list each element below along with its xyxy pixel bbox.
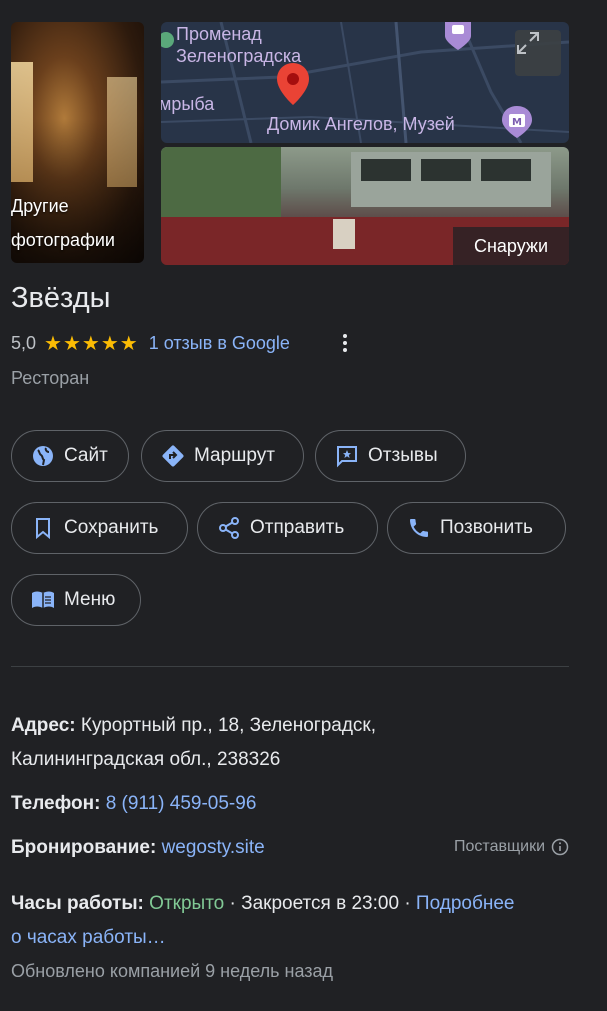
- site-button-label: Сайт: [64, 445, 108, 466]
- share-button-label: Отправить: [250, 517, 345, 538]
- expand-map-button[interactable]: [515, 30, 561, 76]
- providers-label: Поставщики: [454, 838, 545, 855]
- route-button[interactable]: Маршрут: [141, 430, 304, 482]
- hours-label: Часы работы:: [11, 893, 144, 914]
- svg-text:M: M: [512, 117, 522, 128]
- other-photos-label-line2: фотографии: [11, 230, 115, 250]
- photo-gallery: Другие фотографии Променад Зеленоградска…: [11, 22, 569, 265]
- hours-line1: Часы работы: Открыто · Закроется в 23:00…: [11, 887, 514, 921]
- hours-more-link-line2[interactable]: о часах работы…: [11, 927, 166, 948]
- section-divider: [11, 666, 569, 667]
- phone-icon: [406, 515, 432, 541]
- booking-link[interactable]: wegosty.site: [162, 837, 265, 858]
- outside-photo-tile[interactable]: Снаружи: [161, 147, 569, 265]
- map-pin-icon: [277, 63, 309, 105]
- photo-window-decoration: [11, 62, 33, 182]
- call-button-label: Позвонить: [440, 517, 533, 538]
- other-photos-tile[interactable]: Другие фотографии: [11, 22, 144, 263]
- save-button[interactable]: Сохранить: [11, 502, 188, 554]
- share-button[interactable]: Отправить: [197, 502, 378, 554]
- address-value-line2[interactable]: Калининградская обл., 238326: [11, 749, 280, 770]
- share-icon: [216, 515, 242, 541]
- booking-line: Бронирование: wegosty.site: [11, 831, 265, 865]
- route-button-label: Маршрут: [194, 445, 275, 466]
- site-button[interactable]: Сайт: [11, 430, 129, 482]
- address-label: Адрес:: [11, 715, 76, 736]
- poi-icon: [445, 22, 471, 50]
- info-icon: [551, 838, 569, 856]
- hours-close: · Закроется в 23:00 ·: [224, 893, 416, 914]
- address-value-line1[interactable]: Курортный пр., 18, Зеленоградск,: [81, 715, 376, 736]
- address-line2: Калининградская обл., 238326: [11, 743, 280, 777]
- save-button-label: Сохранить: [64, 517, 159, 538]
- menu-book-icon: [30, 587, 56, 613]
- directions-icon: [160, 443, 186, 469]
- reviews-link[interactable]: 1 отзыв в Google: [149, 333, 290, 354]
- museum-icon: M: [502, 106, 532, 138]
- hours-more-link[interactable]: Подробнее: [416, 893, 515, 914]
- booking-label: Бронирование:: [11, 837, 157, 858]
- rating-row: 5,0 ★★★★★ 1 отзыв в Google: [11, 330, 290, 356]
- map-label-museum: Домик Ангелов, Музей: [267, 114, 455, 134]
- reviews-button[interactable]: Отзывы: [315, 430, 466, 482]
- hours-line2: о часах работы…: [11, 921, 166, 955]
- phone-line: Телефон: 8 (911) 459-05-96: [11, 787, 256, 821]
- hours-status: Открыто: [149, 893, 225, 914]
- updated-note: Обновлено компанией 9 недель назад: [11, 961, 334, 981]
- map-label-partial: мрыба: [161, 94, 215, 114]
- place-title: Звёзды: [11, 282, 111, 314]
- map-thumbnail[interactable]: Променад Зеленоградска мрыба Домик Ангел…: [161, 22, 569, 143]
- outside-label: Снаружи: [453, 227, 569, 265]
- rating-score: 5,0: [11, 332, 37, 353]
- map-label-promenade-line1: Променад: [176, 24, 262, 44]
- place-category: Ресторан: [11, 368, 90, 388]
- rating-stars: ★★★★★: [44, 332, 139, 355]
- review-icon: [334, 443, 360, 469]
- reviews-button-label: Отзывы: [368, 445, 438, 466]
- other-photos-label-line1: Другие: [11, 196, 69, 216]
- phone-link[interactable]: 8 (911) 459-05-96: [106, 793, 257, 814]
- menu-button-label: Меню: [64, 589, 116, 610]
- more-options-icon[interactable]: [336, 330, 354, 356]
- photo-window-decoration: [107, 77, 137, 187]
- phone-label: Телефон:: [11, 793, 101, 814]
- bookmark-icon: [30, 515, 56, 541]
- address-line1: Адрес: Курортный пр., 18, Зеленоградск,: [11, 709, 376, 743]
- menu-button[interactable]: Меню: [11, 574, 141, 626]
- call-button[interactable]: Позвонить: [387, 502, 566, 554]
- providers-info[interactable]: Поставщики: [454, 838, 569, 856]
- expand-icon: [517, 32, 539, 54]
- globe-icon: [30, 443, 56, 469]
